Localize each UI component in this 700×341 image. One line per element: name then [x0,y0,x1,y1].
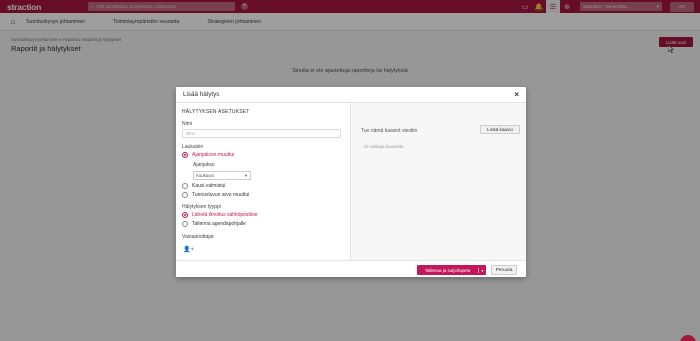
add-alert-dialog: Lisää hälytys × HÄLYTYKSEN ASETUKSET Nim… [176,87,526,277]
recipients-label: Vastaanottajat [182,234,214,240]
alert-type-email[interactable]: Lähetä ilmoitus sähköpostitse [182,212,258,218]
period-label: Ajanjakso [193,162,215,168]
charts-hint: Tuo nämä kaaviot viestiin [361,128,418,134]
add-chart-button[interactable]: Lisää kaavio [480,125,520,134]
dialog-header: Lisää hälytys × [176,87,526,103]
trigger-label: Laukaisin [182,144,204,150]
add-user-icon[interactable]: 👤+ [183,246,194,253]
charts-panel: Tuo nämä kaaviot viestiin Lisää kaavio E… [350,103,526,260]
radio-icon [182,183,188,189]
save-and-close-button[interactable]: Tallenna ja sulje/lopeta ▾ [417,265,486,275]
period-select[interactable]: Kuukausi ▾ [193,171,251,180]
period-select-value: Kuukausi [196,173,214,178]
save-button-label: Tallenna ja sulje/lopeta [424,267,471,273]
radio-icon [182,192,188,198]
alert-type-agenda[interactable]: Tallenna agendapohjalle [182,221,246,227]
radio-icon [182,221,188,227]
settings-heading: HÄLYTYKSEN ASETUKSET [182,109,250,115]
trigger-option-label: Kausi valmistui [192,183,226,189]
name-input[interactable]: Nimi [182,129,341,138]
trigger-option-metric-changed[interactable]: Tunnusluvun arvo muuttui [182,192,249,198]
radio-selected-icon [182,152,188,158]
dialog-title: Lisää hälytys [183,91,220,98]
alert-type-option-label: Lähetä ilmoitus sähköpostitse [192,212,258,218]
alert-type-option-label: Tallenna agendapohjalle [192,221,246,227]
name-label: Nimi [182,121,192,127]
cancel-button[interactable]: Peruuta [491,265,517,275]
alert-settings-panel: HÄLYTYKSEN ASETUKSET Nimi Nimi Laukaisin… [176,103,350,260]
trigger-option-label: Tunnusluvun arvo muuttui [192,192,250,198]
radio-selected-icon [182,212,188,218]
close-icon[interactable]: × [514,90,519,99]
alert-type-label: Hälytyksen tyyppi [182,204,221,210]
chevron-down-icon[interactable]: ▾ [478,267,486,273]
trigger-option-label: Ajanjakson muuttui [192,152,235,158]
chevron-down-icon: ▾ [244,172,247,178]
trigger-option-period-changed[interactable]: Ajanjakson muuttui [182,152,234,158]
dialog-footer: Tallenna ja sulje/lopeta ▾ Peruuta [176,260,526,277]
no-charts-text: Ei valittuja kaavioita [364,144,404,149]
trigger-option-period-completed[interactable]: Kausi valmistui [182,183,225,189]
